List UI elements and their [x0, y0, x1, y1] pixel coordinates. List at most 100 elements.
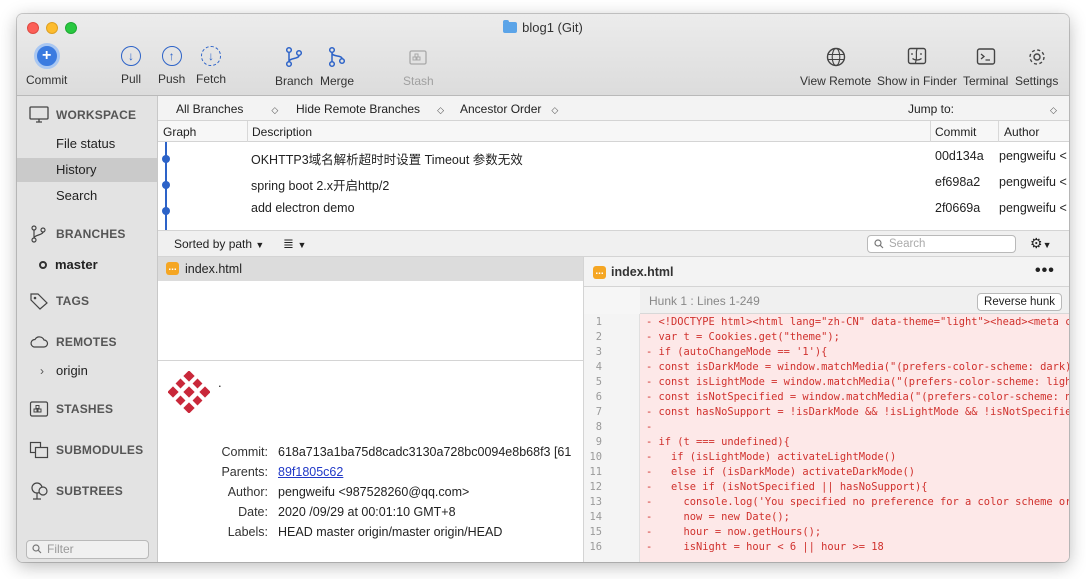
- diff-code: - isNight = hour < 6 || hour >= 18: [646, 541, 884, 553]
- column-author[interactable]: Author: [1004, 125, 1039, 139]
- app-window: blog1 (Git) + Commit ↓ Pull ↑ Push ↓ Fet…: [17, 14, 1069, 562]
- diff-code: - const isNotSpecified = window.matchMed…: [646, 391, 1069, 403]
- updown-chevron-icon: ◇: [437, 105, 444, 115]
- branches-select[interactable]: All Branches ◇: [176, 102, 278, 116]
- column-description[interactable]: Description: [252, 125, 312, 139]
- stash-button[interactable]: Stash: [403, 46, 434, 88]
- commit-graph-node: [162, 207, 170, 215]
- push-button[interactable]: ↑ Push: [158, 46, 185, 86]
- diff-code: - now = new Date();: [646, 511, 790, 523]
- history-row[interactable]: add electron demo 2f0669a pengweifu <: [158, 195, 1069, 221]
- files-search-input[interactable]: Search: [867, 235, 1016, 253]
- chevron-down-icon: ▼: [1042, 240, 1052, 250]
- hunk-header: Hunk 1 : Lines 1-249 Reverse hunk: [584, 287, 1069, 314]
- sort-select[interactable]: Sorted by path ▼: [174, 237, 264, 251]
- commit-button[interactable]: + Commit: [26, 43, 67, 87]
- diff-file-name: index.html: [611, 265, 674, 279]
- file-row[interactable]: ... index.html: [158, 257, 583, 281]
- branch-button[interactable]: Branch: [275, 46, 313, 88]
- diff-line[interactable]: 9 - if (t === undefined){: [584, 435, 1069, 450]
- options-menu[interactable]: ⚙▼: [1030, 235, 1051, 252]
- settings-button[interactable]: Settings: [1015, 46, 1058, 88]
- sidebar-section-remotes[interactable]: REMOTES: [29, 333, 117, 351]
- sidebar-section-tags[interactable]: TAGS: [29, 292, 89, 310]
- diff-code: - const hasNoSupport = !isDarkMode && !i…: [646, 406, 1069, 418]
- diff-line[interactable]: 2 - var t = Cookies.get("theme");: [584, 330, 1069, 345]
- diff-code: - <!DOCTYPE html><html lang="zh-CN" data…: [646, 316, 1069, 328]
- diff-line[interactable]: 16 - isNight = hour < 6 || hour >= 18: [584, 540, 1069, 555]
- diff-code: - else if (isDarkMode) activateDarkMode(…: [646, 466, 915, 478]
- sidebar-section-workspace[interactable]: WORKSPACE: [29, 106, 136, 124]
- list-icon: ≣: [283, 236, 294, 251]
- diff-code: - var t = Cookies.get("theme");: [646, 331, 840, 343]
- merge-icon: [328, 46, 346, 68]
- stash-icon: [29, 401, 49, 417]
- monitor-icon: [29, 106, 49, 123]
- folder-icon: [503, 20, 518, 33]
- diff-line[interactable]: 6 - const isNotSpecified = window.matchMe…: [584, 390, 1069, 405]
- more-options-button[interactable]: •••: [1035, 262, 1055, 280]
- column-commit[interactable]: Commit: [935, 125, 976, 139]
- diff-line[interactable]: 15 - hour = now.getHours();: [584, 525, 1069, 540]
- pull-button[interactable]: ↓ Pull: [121, 46, 141, 86]
- sidebar-section-submodules[interactable]: SUBMODULES: [29, 441, 143, 459]
- search-icon: [32, 544, 42, 554]
- commit-author: pengweifu <987528260@qq.com>: [278, 485, 470, 499]
- sidebar-item-search[interactable]: Search: [17, 184, 157, 208]
- gear-icon: ⚙: [1030, 235, 1043, 251]
- tag-icon: [30, 293, 48, 310]
- jump-to-select[interactable]: Jump to: ◇: [908, 102, 1057, 116]
- diff-line[interactable]: 10 - if (isLightMode) activateLightMode(): [584, 450, 1069, 465]
- sidebar-item-master[interactable]: master: [17, 253, 157, 277]
- sidebar-filter-input[interactable]: Filter: [26, 540, 149, 559]
- diff-line[interactable]: 8-: [584, 420, 1069, 435]
- diff-line[interactable]: 7 - const hasNoSupport = !isDarkMode && !…: [584, 405, 1069, 420]
- subtree-icon: [31, 482, 48, 500]
- commit-date: 2020 /09/29 at 00:01:10 GMT+8: [278, 505, 456, 519]
- parent-commit-link[interactable]: 89f1805c62: [278, 465, 343, 479]
- sidebar-item-history[interactable]: History: [17, 158, 157, 182]
- sidebar-section-stashes[interactable]: STASHES: [29, 400, 113, 418]
- submodule-icon: [29, 441, 49, 459]
- diff-line[interactable]: 5 - const isLightMode = window.matchMedia…: [584, 375, 1069, 390]
- diff-code: - if (t === undefined){: [646, 436, 790, 448]
- order-select[interactable]: Ancestor Order ◇: [460, 102, 558, 116]
- modified-file-icon: ...: [593, 266, 606, 279]
- line-number: 10: [589, 451, 602, 463]
- show-in-finder-button[interactable]: Show in Finder: [877, 46, 957, 88]
- line-number: 13: [589, 496, 602, 508]
- search-icon: [874, 239, 884, 249]
- arrow-up-circle-icon: ↑: [161, 46, 182, 66]
- commit-details: . Commit: 618a713a1ba75d8cadc3130a728bc0…: [158, 360, 584, 562]
- line-number: 6: [595, 391, 602, 403]
- history-filter-bar: All Branches ◇ Hide Remote Branches ◇ Ance…: [158, 96, 1069, 121]
- line-number: 11: [589, 466, 602, 478]
- hunk-title: Hunk 1 : Lines 1-249: [649, 294, 760, 308]
- diff-line[interactable]: 4 - const isDarkMode = window.matchMedia(…: [584, 360, 1069, 375]
- history-row[interactable]: spring boot 2.x开启http/2 ef698a2 pengweif…: [158, 169, 1069, 195]
- sidebar-section-subtrees[interactable]: SUBTREES: [29, 482, 123, 500]
- reverse-hunk-button[interactable]: Reverse hunk: [977, 293, 1062, 311]
- terminal-button[interactable]: Terminal: [963, 46, 1008, 88]
- diff-line[interactable]: 14 - now = new Date();: [584, 510, 1069, 525]
- history-row[interactable]: OKHTTP3域名解析超时时设置 Timeout 参数无效 00d134a pe…: [158, 143, 1069, 169]
- sidebar-item-file-status[interactable]: File status: [17, 132, 157, 156]
- diff-line[interactable]: 3 - if (autoChangeMode == '1'){: [584, 345, 1069, 360]
- diff-line[interactable]: 11 - else if (isDarkMode) activateDarkMod…: [584, 465, 1069, 480]
- updown-chevron-icon: ◇: [271, 105, 279, 115]
- diff-code: - const isLightMode = window.matchMedia(…: [646, 376, 1069, 388]
- view-remote-button[interactable]: View Remote: [800, 46, 871, 88]
- diff-line[interactable]: 13 - console.log('You specified no prefer…: [584, 495, 1069, 510]
- diff-code: - if (autoChangeMode == '1'){: [646, 346, 828, 358]
- column-graph[interactable]: Graph: [163, 125, 196, 139]
- merge-button[interactable]: Merge: [320, 46, 354, 88]
- plus-icon: +: [33, 43, 60, 69]
- fetch-button[interactable]: ↓ Fetch: [196, 46, 226, 86]
- diff-line[interactable]: 12 - else if (isNotSpecified || hasNoSupp…: [584, 480, 1069, 495]
- diff-line[interactable]: 1 - <!DOCTYPE html><html lang="zh-CN" dat…: [584, 315, 1069, 330]
- sidebar-item-origin[interactable]: › origin: [17, 359, 157, 383]
- remote-branches-select[interactable]: Hide Remote Branches ◇: [296, 102, 444, 116]
- history-list: OKHTTP3域名解析超时时设置 Timeout 参数无效 00d134a pe…: [158, 142, 1069, 230]
- sidebar-section-branches[interactable]: BRANCHES: [29, 225, 126, 243]
- view-mode-select[interactable]: ≣ ▼: [283, 236, 306, 252]
